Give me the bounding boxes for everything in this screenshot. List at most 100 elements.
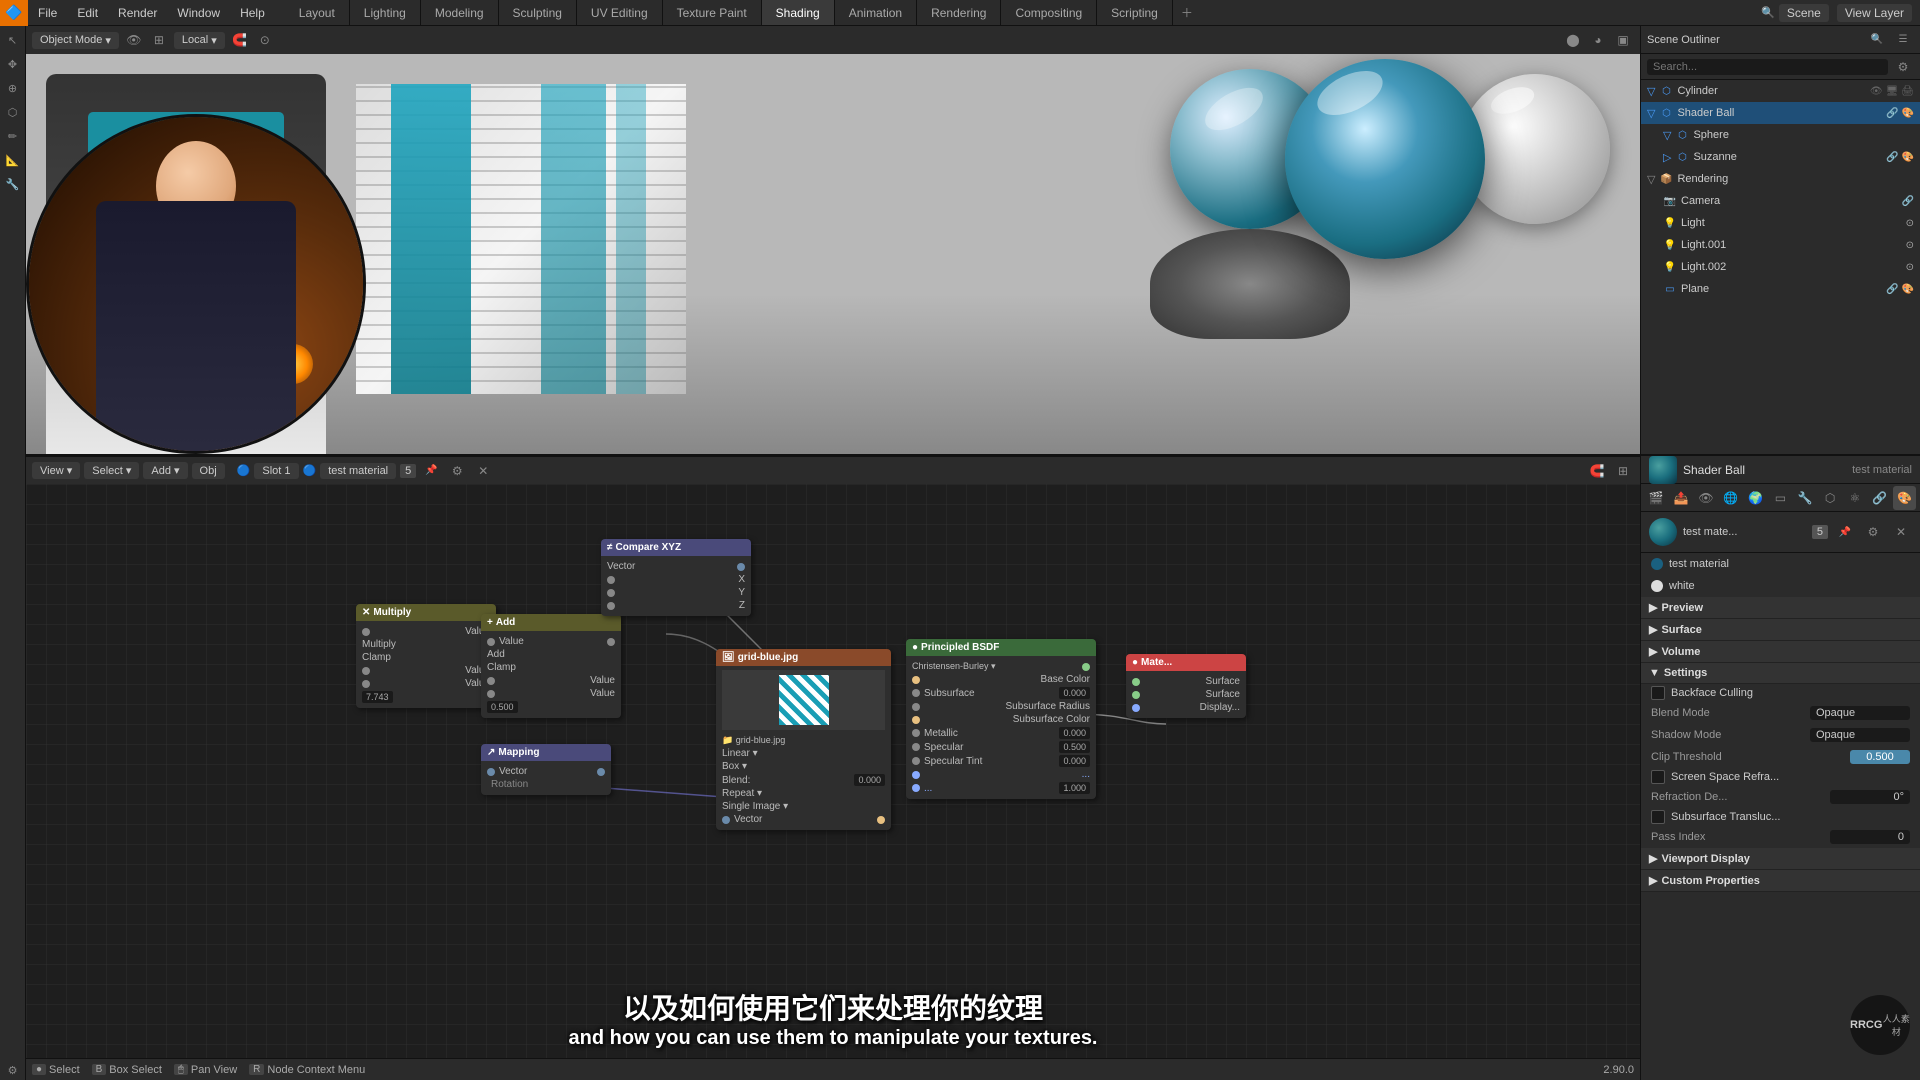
material-list-item-test[interactable]: test material <box>1641 553 1920 575</box>
menu-render[interactable]: Render <box>108 0 167 25</box>
outliner-item-shader-ball[interactable]: ▽ ⬡ Shader Ball 🔗 🎨 <box>1641 102 1920 124</box>
backface-culling-checkbox[interactable] <box>1651 686 1665 700</box>
material-options-icon[interactable]: ⚙ <box>1862 521 1884 543</box>
outliner-item-rendering[interactable]: ▽ 📦 Rendering <box>1641 168 1920 190</box>
shadow-mode-dropdown[interactable]: Opaque <box>1810 728 1910 742</box>
menu-file[interactable]: File <box>28 0 67 25</box>
add-workspace-button[interactable]: ＋ <box>1173 0 1201 25</box>
sidebar-settings[interactable]: ⚙ <box>3 1060 23 1080</box>
node-material-options[interactable]: ⚙ <box>446 460 468 482</box>
viewport-render-icon[interactable]: ▣ <box>1612 29 1634 51</box>
material-pin-icon[interactable]: 📌 <box>1834 521 1856 543</box>
tab-compositing[interactable]: Compositing <box>1001 0 1097 25</box>
pass-index-value[interactable]: 0 <box>1830 830 1910 844</box>
proportional-edit-icon[interactable]: ⊙ <box>254 29 276 51</box>
clip-threshold-input[interactable]: 0.500 <box>1850 750 1910 764</box>
outliner-item-light001[interactable]: 💡 Light.001 ⊙ <box>1641 234 1920 256</box>
menu-edit[interactable]: Edit <box>67 0 108 25</box>
outliner-item-sphere[interactable]: ▽ ⬡ Sphere <box>1641 124 1920 146</box>
outliner-item-suzanne[interactable]: ▷ ⬡ Suzanne 🔗 🎨 <box>1641 146 1920 168</box>
outliner-filter-icon[interactable]: 🔍 <box>1866 29 1888 51</box>
props-physics-icon[interactable]: ⚛ <box>1844 486 1867 510</box>
viewport-material-icon[interactable]: ◕ <box>1587 29 1609 51</box>
viewport-overlay-icon[interactable]: 👁 <box>123 29 145 51</box>
viewport-xray-icon[interactable]: ⊞ <box>148 29 170 51</box>
node-object-dropdown[interactable]: Obj <box>192 463 225 479</box>
material-output-node[interactable]: ● Mate... Surface Surface Display... <box>1126 654 1246 718</box>
subsurface-transluc-row[interactable]: Subsurface Transluc... <box>1641 808 1920 826</box>
section-settings[interactable]: ▼ Settings <box>1641 663 1920 684</box>
sidebar-tool-5[interactable]: ✏ <box>3 126 23 146</box>
view-layer-selector[interactable]: View Layer <box>1837 4 1912 22</box>
menu-help[interactable]: Help <box>230 0 275 25</box>
sidebar-tool-2[interactable]: ✥ <box>3 54 23 74</box>
material-list-item-white[interactable]: white <box>1641 575 1920 597</box>
multiply-node[interactable]: ✕ Multiply Value Multiply Clamp Value Va… <box>356 604 496 708</box>
screen-space-refra-checkbox[interactable] <box>1651 770 1665 784</box>
image-texture-node[interactable]: 🖼 grid-blue.jpg 📁 grid-blue.jpg Linear ▾… <box>716 649 891 830</box>
tab-shading[interactable]: Shading <box>762 0 835 25</box>
viewport-solid-icon[interactable]: ⬤ <box>1562 29 1584 51</box>
tab-lighting[interactable]: Lighting <box>350 0 421 25</box>
subsurface-transluc-checkbox[interactable] <box>1651 810 1665 824</box>
sidebar-tool-3[interactable]: ⊕ <box>3 78 23 98</box>
node-view-dropdown[interactable]: View ▾ <box>32 462 80 479</box>
props-material-icon[interactable]: 🎨 <box>1893 486 1916 510</box>
refraction-depth-value[interactable]: 0° <box>1830 790 1910 804</box>
props-particles-icon[interactable]: ⬡ <box>1819 486 1842 510</box>
tab-rendering[interactable]: Rendering <box>917 0 1001 25</box>
outliner-item-plane[interactable]: ▭ Plane 🔗 🎨 <box>1641 278 1920 300</box>
section-custom-properties[interactable]: ▶ Custom Properties <box>1641 870 1920 892</box>
sidebar-tool-1[interactable]: ↖ <box>3 30 23 50</box>
outliner-options-icon[interactable]: ☰ <box>1892 29 1914 51</box>
outliner-filter-btn[interactable]: ⚙ <box>1892 56 1914 78</box>
tab-layout[interactable]: Layout <box>285 0 350 25</box>
node-snap-icon[interactable]: 🧲 <box>1586 460 1608 482</box>
material-unlink-icon[interactable]: ✕ <box>1890 521 1912 543</box>
screen-space-refra-row[interactable]: Screen Space Refra... <box>1641 768 1920 786</box>
tab-texture-paint[interactable]: Texture Paint <box>663 0 762 25</box>
section-surface[interactable]: ▶ Surface <box>1641 619 1920 641</box>
tab-uv-editing[interactable]: UV Editing <box>577 0 663 25</box>
outliner-item-cylinder[interactable]: ▽ ⬡ Cylinder 👁 🖥 🖨 <box>1641 80 1920 102</box>
menu-window[interactable]: Window <box>167 0 230 25</box>
node-select-dropdown[interactable]: Select ▾ <box>84 462 139 479</box>
backface-culling-row[interactable]: Backface Culling <box>1641 684 1920 702</box>
props-output-icon[interactable]: 📤 <box>1670 486 1693 510</box>
props-view-icon[interactable]: 👁 <box>1695 486 1718 510</box>
outliner-item-camera[interactable]: 📷 Camera 🔗 <box>1641 190 1920 212</box>
add-node[interactable]: + Add Value Add Clamp Value Value 0.500 <box>481 614 621 718</box>
props-world-icon[interactable]: 🌍 <box>1744 486 1767 510</box>
sidebar-tool-6[interactable]: 📐 <box>3 150 23 170</box>
scene-selector[interactable]: Scene <box>1779 4 1829 22</box>
sidebar-tool-7[interactable]: 🔧 <box>3 174 23 194</box>
props-scene-icon[interactable]: 🌐 <box>1719 486 1742 510</box>
node-slot-dropdown[interactable]: Slot 1 <box>254 463 298 479</box>
node-material-close[interactable]: ✕ <box>472 460 494 482</box>
node-material-selector[interactable]: test material <box>320 463 396 479</box>
props-render-icon[interactable]: 🎬 <box>1645 486 1668 510</box>
principled-bsdf-node[interactable]: ● Principled BSDF Christensen-Burley ▾ B… <box>906 639 1096 799</box>
props-modifier-icon[interactable]: 🔧 <box>1794 486 1817 510</box>
blend-mode-dropdown[interactable]: Opaque <box>1810 706 1910 720</box>
outliner-search-input[interactable] <box>1647 59 1888 75</box>
mapping-node[interactable]: ↗ Mapping Vector Rotation <box>481 744 611 795</box>
transform-orient-dropdown[interactable]: Local ▾ <box>174 32 225 49</box>
outliner-item-light002[interactable]: 💡 Light.002 ⊙ <box>1641 256 1920 278</box>
outliner-item-light[interactable]: 💡 Light ⊙ <box>1641 212 1920 234</box>
object-mode-dropdown[interactable]: Object Mode ▾ <box>32 32 119 49</box>
node-add-dropdown[interactable]: Add ▾ <box>143 462 187 479</box>
section-viewport-display[interactable]: ▶ Viewport Display <box>1641 848 1920 870</box>
node-canvas[interactable]: ✕ Multiply Value Multiply Clamp Value Va… <box>26 484 1640 1080</box>
node-layout-icon[interactable]: ⊞ <box>1612 460 1634 482</box>
tab-modeling[interactable]: Modeling <box>421 0 499 25</box>
node-material-pin[interactable]: 📌 <box>420 460 442 482</box>
props-object-icon[interactable]: ▭ <box>1769 486 1792 510</box>
props-constraints-icon[interactable]: 🔗 <box>1868 486 1891 510</box>
sidebar-tool-4[interactable]: ⬡ <box>3 102 23 122</box>
tab-sculpting[interactable]: Sculpting <box>499 0 577 25</box>
section-volume[interactable]: ▶ Volume <box>1641 641 1920 663</box>
tab-animation[interactable]: Animation <box>835 0 917 25</box>
compare-xyz-node[interactable]: ≠ Compare XYZ Vector X Y Z <box>601 539 751 616</box>
section-preview[interactable]: ▶ Preview <box>1641 597 1920 619</box>
